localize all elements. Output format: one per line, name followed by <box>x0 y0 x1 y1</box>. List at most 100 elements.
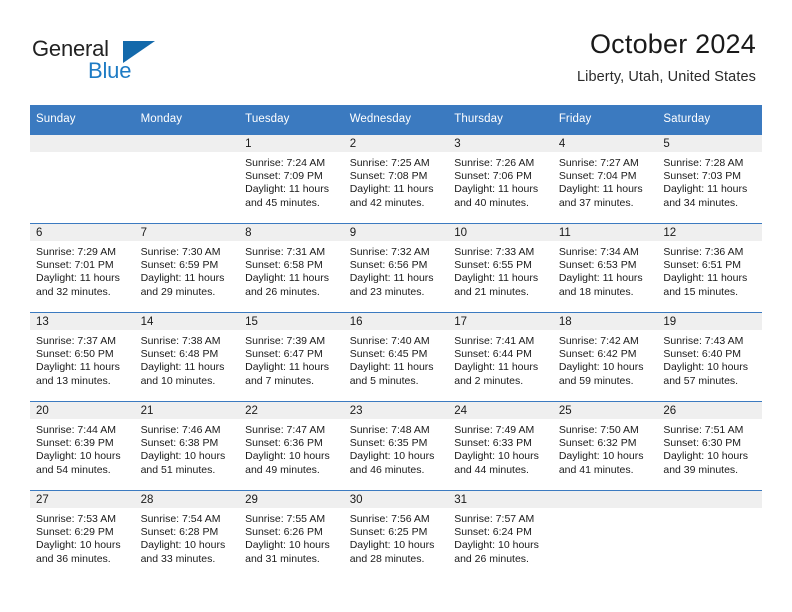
day-number: 20 <box>30 402 135 419</box>
calendar-day-cell[interactable]: 16 Sunrise: 7:40 AM Sunset: 6:45 PM Dayligh… <box>343 312 449 402</box>
calendar-day-cell[interactable]: 8 Sunrise: 7:31 AM Sunset: 6:58 PM Daylight… <box>239 223 344 313</box>
day-number: 25 <box>552 402 658 419</box>
calendar-day-cell[interactable]: 31 Sunrise: 7:57 AM Sunset: 6:24 PM Dayligh… <box>448 490 553 579</box>
calendar-cell-inner: 9 Sunrise: 7:32 AM Sunset: 6:56 PM Daylight… <box>343 224 449 312</box>
calendar-day-cell[interactable]: 29 Sunrise: 7:55 AM Sunset: 6:26 PM Dayligh… <box>239 490 344 579</box>
day-number: 15 <box>239 313 344 330</box>
calendar-day-cell[interactable]: 12 Sunrise: 7:36 AM Sunset: 6:51 PM Dayligh… <box>657 223 762 313</box>
calendar-cell-inner <box>552 491 658 579</box>
calendar-day-cell[interactable]: 17 Sunrise: 7:41 AM Sunset: 6:44 PM Dayligh… <box>448 312 553 402</box>
weekday-header-tuesday: Tuesday <box>239 105 344 135</box>
sunset-text: Sunset: 6:35 PM <box>349 437 428 450</box>
sunrise-text: Sunrise: 7:55 AM <box>245 513 326 525</box>
day-number: 30 <box>343 491 449 508</box>
calendar-day-cell[interactable]: 24 Sunrise: 7:49 AM Sunset: 6:33 PM Dayligh… <box>448 401 553 491</box>
calendar-day-cell[interactable]: 5 Sunrise: 7:28 AM Sunset: 7:03 PM Daylight… <box>657 134 762 224</box>
day-number: 26 <box>657 402 762 419</box>
calendar-cell-inner: 23 Sunrise: 7:48 AM Sunset: 6:35 PM Dayligh… <box>343 402 449 490</box>
title-block: October 2024 Liberty, Utah, United State… <box>577 28 756 87</box>
calendar-day-cell[interactable]: 7 Sunrise: 7:30 AM Sunset: 6:59 PM Daylight… <box>134 223 240 313</box>
sunrise-text: Sunrise: 7:57 AM <box>454 513 535 525</box>
daylight-text: Daylight: 10 hours and 36 minutes. <box>36 539 121 565</box>
calendar-day-cell[interactable]: 2 Sunrise: 7:25 AM Sunset: 7:08 PM Daylight… <box>343 134 449 224</box>
calendar-day-cell[interactable]: 3 Sunrise: 7:26 AM Sunset: 7:06 PM Daylight… <box>448 134 553 224</box>
calendar-cell-inner: 16 Sunrise: 7:40 AM Sunset: 6:45 PM Dayligh… <box>343 313 449 401</box>
calendar-cell-inner: 18 Sunrise: 7:42 AM Sunset: 6:42 PM Dayligh… <box>552 313 658 401</box>
calendar-day-cell[interactable]: 20 Sunrise: 7:44 AM Sunset: 6:39 PM Dayligh… <box>30 401 135 491</box>
calendar-body: 1 Sunrise: 7:24 AM Sunset: 7:09 PM Daylight… <box>30 134 762 579</box>
day-details: Sunrise: 7:29 AM Sunset: 7:01 PM Daylight:… <box>30 241 135 299</box>
calendar-day-cell[interactable]: 6 Sunrise: 7:29 AM Sunset: 7:01 PM Daylight… <box>30 223 135 313</box>
calendar-day-cell[interactable]: 25 Sunrise: 7:50 AM Sunset: 6:32 PM Dayligh… <box>552 401 658 491</box>
sunset-text: Sunset: 6:25 PM <box>349 526 428 539</box>
sunset-text: Sunset: 6:28 PM <box>140 526 219 539</box>
calendar-day-cell[interactable]: 14 Sunrise: 7:38 AM Sunset: 6:48 PM Dayligh… <box>134 312 240 402</box>
day-details: Sunrise: 7:40 AM Sunset: 6:45 PM Daylight:… <box>344 330 449 388</box>
sunset-text: Sunset: 6:55 PM <box>454 259 532 272</box>
calendar-day-cell[interactable]: 27 Sunrise: 7:53 AM Sunset: 6:29 PM Dayligh… <box>30 490 135 579</box>
calendar-day-cell[interactable]: 21 Sunrise: 7:46 AM Sunset: 6:38 PM Dayligh… <box>134 401 240 491</box>
calendar-cell-inner: 27 Sunrise: 7:53 AM Sunset: 6:29 PM Dayligh… <box>30 491 135 579</box>
daylight-text: Daylight: 10 hours and 26 minutes. <box>454 539 539 565</box>
sunrise-text: Sunrise: 7:49 AM <box>454 424 535 436</box>
daylight-text: Daylight: 10 hours and 49 minutes. <box>245 450 330 476</box>
day-number: 1 <box>239 135 344 152</box>
calendar-day-cell[interactable]: 10 Sunrise: 7:33 AM Sunset: 6:55 PM Dayligh… <box>448 223 553 313</box>
day-details: Sunrise: 7:55 AM Sunset: 6:26 PM Daylight:… <box>239 508 344 566</box>
weekday-header-monday: Monday <box>134 105 240 135</box>
calendar-day-cell[interactable]: 30 Sunrise: 7:56 AM Sunset: 6:25 PM Dayligh… <box>343 490 449 579</box>
calendar-cell-inner: 26 Sunrise: 7:51 AM Sunset: 6:30 PM Dayligh… <box>657 402 762 490</box>
logo-text-blue: Blue <box>88 58 132 83</box>
sunrise-text: Sunrise: 7:47 AM <box>245 424 326 436</box>
day-number <box>657 491 762 508</box>
day-number: 16 <box>343 313 449 330</box>
generalblue-logo[interactable]: General Blue <box>32 36 212 88</box>
sunset-text: Sunset: 7:09 PM <box>245 170 323 183</box>
sunrise-text: Sunrise: 7:28 AM <box>663 157 744 169</box>
calendar-day-cell[interactable]: 1 Sunrise: 7:24 AM Sunset: 7:09 PM Daylight… <box>239 134 344 224</box>
day-number: 8 <box>239 224 344 241</box>
daylight-text: Daylight: 10 hours and 57 minutes. <box>663 361 749 387</box>
day-number: 11 <box>552 224 658 241</box>
daylight-text: Daylight: 10 hours and 44 minutes. <box>454 450 539 476</box>
calendar-cell-inner <box>657 491 762 579</box>
calendar-day-cell[interactable]: 18 Sunrise: 7:42 AM Sunset: 6:42 PM Dayligh… <box>552 312 658 402</box>
daylight-text: Daylight: 11 hours and 45 minutes. <box>245 183 329 209</box>
sunset-text: Sunset: 6:38 PM <box>140 437 219 450</box>
calendar-day-cell[interactable]: 23 Sunrise: 7:48 AM Sunset: 6:35 PM Dayligh… <box>343 401 449 491</box>
day-number: 28 <box>134 491 240 508</box>
calendar-cell-inner: 31 Sunrise: 7:57 AM Sunset: 6:24 PM Dayligh… <box>448 491 553 579</box>
day-details: Sunrise: 7:51 AM Sunset: 6:30 PM Daylight:… <box>657 419 762 477</box>
calendar-day-cell[interactable]: 26 Sunrise: 7:51 AM Sunset: 6:30 PM Dayligh… <box>657 401 762 491</box>
sunset-text: Sunset: 6:58 PM <box>245 259 323 272</box>
sunrise-text: Sunrise: 7:56 AM <box>349 513 430 525</box>
sunset-text: Sunset: 7:01 PM <box>36 259 114 272</box>
calendar-day-cell[interactable]: 22 Sunrise: 7:47 AM Sunset: 6:36 PM Dayligh… <box>239 401 344 491</box>
calendar-day-cell[interactable]: 15 Sunrise: 7:39 AM Sunset: 6:47 PM Dayligh… <box>239 312 344 402</box>
calendar-day-cell[interactable]: 4 Sunrise: 7:27 AM Sunset: 7:04 PM Daylight… <box>552 134 658 224</box>
sunrise-text: Sunrise: 7:46 AM <box>140 424 221 436</box>
daylight-text: Daylight: 10 hours and 51 minutes. <box>140 450 226 476</box>
day-number: 5 <box>657 135 762 152</box>
daylight-text: Daylight: 10 hours and 54 minutes. <box>36 450 121 476</box>
day-number: 31 <box>448 491 553 508</box>
sunset-text: Sunset: 6:48 PM <box>140 348 219 361</box>
weekday-header-sunday: Sunday <box>30 105 135 135</box>
calendar-day-cell[interactable]: 9 Sunrise: 7:32 AM Sunset: 6:56 PM Daylight… <box>343 223 449 313</box>
day-details: Sunrise: 7:34 AM Sunset: 6:53 PM Daylight:… <box>553 241 658 299</box>
sunrise-text: Sunrise: 7:51 AM <box>663 424 744 436</box>
day-details: Sunrise: 7:38 AM Sunset: 6:48 PM Daylight:… <box>135 330 240 388</box>
daylight-text: Daylight: 10 hours and 31 minutes. <box>245 539 330 565</box>
day-details: Sunrise: 7:54 AM Sunset: 6:28 PM Daylight:… <box>135 508 240 566</box>
day-details: Sunrise: 7:30 AM Sunset: 6:59 PM Daylight:… <box>135 241 240 299</box>
sunrise-text: Sunrise: 7:38 AM <box>140 335 221 347</box>
sunset-text: Sunset: 6:47 PM <box>245 348 323 361</box>
daylight-text: Daylight: 10 hours and 33 minutes. <box>140 539 226 565</box>
day-details: Sunrise: 7:31 AM Sunset: 6:58 PM Daylight:… <box>239 241 344 299</box>
calendar-day-cell[interactable]: 11 Sunrise: 7:34 AM Sunset: 6:53 PM Dayligh… <box>552 223 658 313</box>
day-number: 6 <box>30 224 135 241</box>
calendar-day-cell[interactable]: 19 Sunrise: 7:43 AM Sunset: 6:40 PM Dayligh… <box>657 312 762 402</box>
calendar-day-cell[interactable]: 13 Sunrise: 7:37 AM Sunset: 6:50 PM Dayligh… <box>30 312 135 402</box>
calendar-cell-empty <box>134 134 240 224</box>
calendar-day-cell[interactable]: 28 Sunrise: 7:54 AM Sunset: 6:28 PM Dayligh… <box>134 490 240 579</box>
